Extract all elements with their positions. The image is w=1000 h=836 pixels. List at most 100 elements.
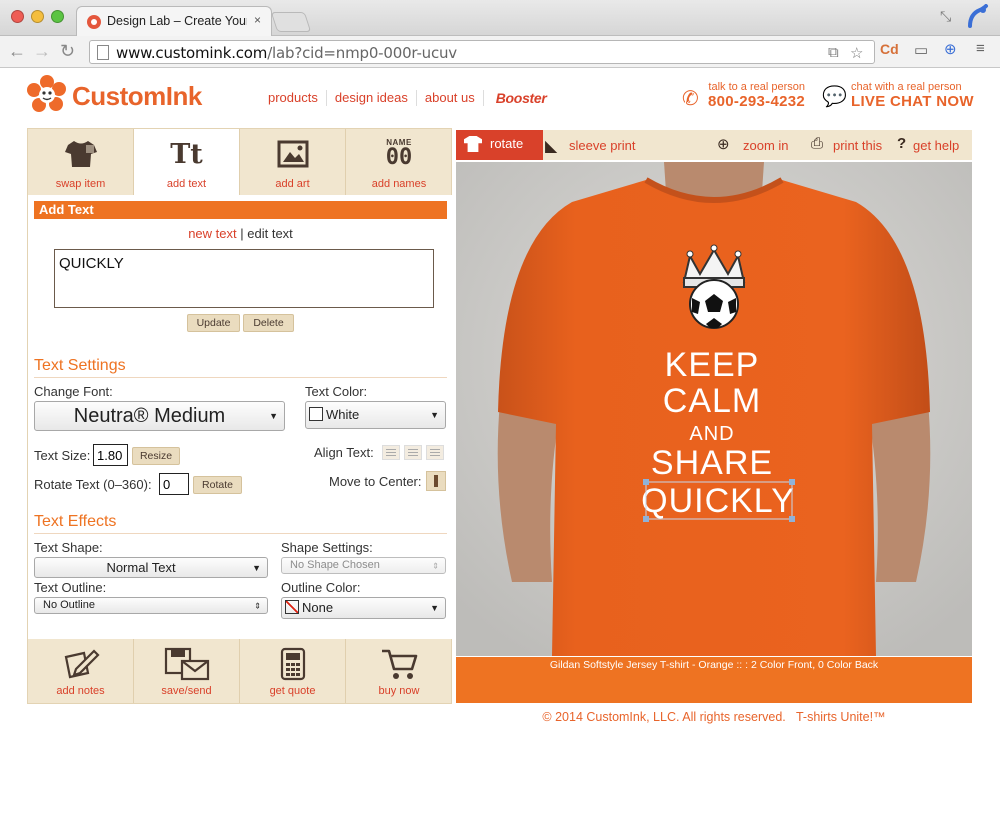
calculator-icon [280, 647, 305, 681]
align-buttons [382, 445, 444, 460]
design-tools-panel: swap item Tt add text add art NAME 00 ad… [27, 128, 453, 704]
shopping-cart-icon [382, 649, 418, 679]
address-bar[interactable]: www.customink.com/lab?cid=nmp0-000r-ucuv… [89, 40, 875, 64]
tab-add-names[interactable]: NAME 00 add names [346, 129, 452, 195]
change-font-label: Change Font: [34, 384, 113, 399]
stepper-arrows-icon: ⇕ [254, 601, 261, 610]
rotate-text-label: Rotate Text (0–360): [34, 477, 152, 492]
translate-icon[interactable]: ⧉ [828, 44, 839, 61]
rotate-input[interactable] [159, 473, 189, 495]
window-minimize-button[interactable] [31, 10, 44, 23]
resize-button[interactable]: Resize [132, 447, 180, 465]
extension-cd-icon[interactable]: Cd [880, 41, 899, 57]
notepad-pencil-icon [64, 649, 100, 679]
text-size-input[interactable] [93, 444, 128, 466]
text-color-value: White [309, 402, 425, 428]
tab-add-text-label: add text [166, 178, 207, 190]
customink-logo[interactable]: CustomInk [26, 74, 206, 118]
get-quote-button[interactable]: get quote [240, 639, 346, 703]
align-right-icon[interactable] [426, 445, 444, 460]
add-text-body: Add Text new text | edit text QUICKLY Up… [28, 195, 453, 639]
stepper-arrows-icon: ⇕ [432, 561, 439, 570]
reload-icon[interactable]: ↻ [60, 41, 75, 62]
sleeve-print-link[interactable]: sleeve print [569, 138, 635, 153]
shirt-preview[interactable]: KEEP CALM AND SHARE QUICKLY [456, 162, 972, 656]
font-select[interactable]: Neutra® Medium ▼ [34, 401, 285, 431]
site-nav: products design ideas about us Booster [260, 88, 547, 108]
text-color-select[interactable]: White ▼ [305, 401, 446, 429]
add-text-header: Add Text [34, 201, 447, 219]
page-icon [97, 45, 109, 60]
nav-about-us[interactable]: about us [417, 90, 484, 106]
forward-arrow-icon[interactable]: → [33, 41, 51, 62]
update-button[interactable]: Update [187, 314, 240, 332]
fullscreen-icon[interactable]: ⤡ [940, 8, 951, 25]
browser-title-bar: Design Lab – Create Your C × ⤡ [0, 0, 1000, 36]
tab-close-icon[interactable]: × [254, 13, 261, 27]
delete-button[interactable]: Delete [243, 314, 294, 332]
add-notes-label: add notes [56, 685, 105, 697]
tab-add-art[interactable]: add art [240, 129, 346, 195]
outline-color-value: None [285, 598, 425, 618]
design-line-quickly: QUICKLY [641, 482, 795, 520]
edit-text-link[interactable]: edit text [247, 226, 293, 241]
design-line-share: SHARE [651, 444, 773, 482]
chat-bubble-icon: 💬 [822, 86, 847, 108]
url-text[interactable]: www.customink.com/lab?cid=nmp0-000r-ucuv [116, 44, 457, 62]
zoom-in-icon: ⊕ [717, 136, 730, 153]
cast-icon[interactable]: ▭ [914, 41, 928, 59]
window-close-button[interactable] [11, 10, 24, 23]
save-send-label: save/send [161, 685, 212, 697]
text-outline-value: No Outline [43, 599, 95, 611]
outline-color-label: Outline Color: [281, 580, 361, 595]
add-notes-button[interactable]: add notes [28, 639, 134, 703]
nav-products[interactable]: products [260, 90, 327, 106]
tab-add-text[interactable]: Tt add text [134, 129, 240, 195]
tab-swap-item[interactable]: swap item [28, 129, 134, 195]
design-text-input[interactable]: QUICKLY [54, 249, 434, 308]
design-line-calm: CALM [663, 382, 761, 420]
printer-icon: ⎙ [811, 135, 824, 152]
back-arrow-icon[interactable]: ← [8, 41, 26, 62]
sleeve-icon: ◣ [545, 138, 558, 155]
profile-icon[interactable] [966, 4, 990, 30]
zoom-in-link[interactable]: zoom in [743, 138, 789, 153]
nav-booster[interactable]: Booster [484, 90, 547, 106]
text-settings-title: Text Settings [34, 357, 447, 378]
shape-settings-select[interactable]: No Shape Chosen ⇕ [281, 557, 446, 574]
no-color-swatch-icon [285, 600, 299, 614]
new-text-link[interactable]: new text [188, 226, 236, 241]
text-effects-title: Text Effects [34, 513, 447, 534]
preview-toolbar: rotate ◣ sleeve print ⊕ zoom in ⎙ print … [456, 130, 972, 160]
outline-color-select[interactable]: None ▼ [281, 597, 446, 619]
rotate-button[interactable]: Rotate [193, 476, 242, 494]
menu-hamburger-icon[interactable]: ≡ [976, 40, 985, 57]
window-zoom-button[interactable] [51, 10, 64, 23]
get-help-link[interactable]: get help [913, 138, 959, 153]
tshirt-icon [64, 141, 97, 167]
buy-now-button[interactable]: buy now [346, 639, 452, 703]
text-mode-links: new text | edit text [28, 226, 453, 241]
bookmark-star-icon[interactable]: ☆ [850, 44, 863, 62]
chevron-down-icon: ▼ [252, 562, 261, 573]
picture-icon [277, 140, 308, 168]
copyright-text: © 2014 CustomInk, LLC. All rights reserv… [542, 710, 786, 724]
phone-contact[interactable]: talk to a real person 800-293-4232 [708, 81, 805, 110]
new-tab-button[interactable] [270, 12, 312, 32]
names-numbers-icon: NAME 00 [385, 138, 413, 170]
align-left-icon[interactable] [382, 445, 400, 460]
nav-design-ideas[interactable]: design ideas [327, 90, 417, 106]
live-chat-link[interactable]: chat with a real person LIVE CHAT NOW [851, 81, 974, 110]
design-line-keep: KEEP [665, 346, 760, 384]
crosshair-extension-icon[interactable]: ⊕ [944, 40, 957, 58]
align-center-icon[interactable] [404, 445, 422, 460]
save-send-button[interactable]: save/send [134, 639, 240, 703]
print-this-link[interactable]: print this [833, 138, 882, 153]
rotate-view-button[interactable]: rotate [456, 130, 543, 160]
tab-add-names-label: add names [371, 178, 427, 190]
browser-tab-design-lab[interactable]: Design Lab – Create Your C × [76, 6, 272, 36]
text-outline-select[interactable]: No Outline ⇕ [34, 597, 268, 614]
chevron-down-icon: ▼ [430, 410, 439, 420]
move-to-center-icon[interactable] [426, 471, 446, 491]
text-shape-select[interactable]: Normal Text ▼ [34, 557, 268, 578]
